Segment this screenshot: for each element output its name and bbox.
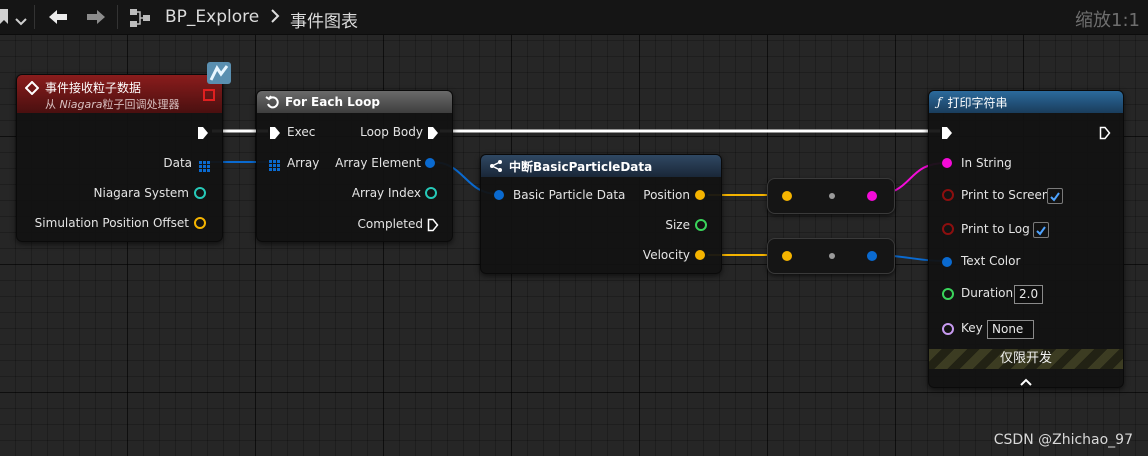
- event-subtitle-italic: Niagara: [59, 98, 103, 111]
- development-only-banner: 仅限开发: [929, 349, 1123, 369]
- size-out-pin[interactable]: [695, 219, 707, 231]
- print-node-header[interactable]: ƒ 打印字符串: [929, 91, 1123, 113]
- text-color-pin[interactable]: [942, 257, 952, 267]
- print-to-log-pin[interactable]: [942, 223, 954, 235]
- event-node-header[interactable]: 事件接收粒子数据 从 Niagara粒子回调处理器: [17, 75, 222, 113]
- event-subtitle-prefix: 从: [45, 98, 60, 111]
- foreach-pin-loop-body-label: Loop Body: [360, 125, 423, 139]
- conversion-in-pin[interactable]: [782, 251, 792, 261]
- position-out-pin[interactable]: [695, 190, 705, 200]
- foreach-node-title: For Each Loop: [285, 95, 380, 109]
- print-pin-print-to-log-label: Print to Log: [961, 222, 1030, 236]
- foreach-pin-completed-label: Completed: [357, 217, 423, 231]
- print-pin-duration-label: Duration: [961, 286, 1014, 300]
- event-pin-niagara-system-label: Niagara System: [93, 186, 189, 200]
- break-node-title: 中断BasicParticleData: [509, 159, 653, 174]
- event-subtitle-suffix: 粒子回调处理器: [102, 98, 180, 111]
- break-pin-basic-particle-data-label: Basic Particle Data: [513, 188, 626, 202]
- event-exec-out-pin[interactable]: [197, 125, 209, 144]
- print-pin-key-label: Key: [961, 321, 983, 335]
- foreach-loop-node[interactable]: For Each Loop Exec Array Loop Body Array…: [256, 90, 453, 242]
- in-string-pin[interactable]: [942, 158, 952, 168]
- conversion-node-vector-to-color[interactable]: [767, 238, 895, 274]
- print-pin-text-color-label: Text Color: [961, 254, 1021, 268]
- loop-icon: [265, 95, 279, 109]
- conversion-out-pin[interactable]: [867, 251, 877, 261]
- print-pin-in-string-label: In String: [961, 156, 1012, 170]
- event-node-title: 事件接收粒子数据: [45, 81, 142, 95]
- event-node-subtitle: 从 Niagara粒子回调处理器: [45, 96, 180, 112]
- event-pin-data-label: Data: [163, 156, 192, 170]
- print-to-log-checkbox[interactable]: [1033, 222, 1049, 238]
- loop-body-exec-out-pin[interactable]: [427, 125, 439, 144]
- development-only-label: 仅限开发: [999, 351, 1052, 366]
- event-node-receive-particle-data[interactable]: 事件接收粒子数据 从 Niagara粒子回调处理器 Data Niagara S…: [16, 74, 223, 242]
- duration-pin[interactable]: [942, 288, 954, 300]
- conversion-in-pin[interactable]: [782, 191, 792, 201]
- event-pin-sim-offset-label: Simulation Position Offset: [34, 216, 189, 230]
- conversion-out-pin[interactable]: [867, 191, 877, 201]
- break-pin-velocity-label: Velocity: [642, 248, 690, 262]
- print-exec-out-pin[interactable]: [1099, 125, 1111, 144]
- conversion-mid-dot: [829, 193, 835, 199]
- foreach-exec-in-pin[interactable]: [269, 125, 281, 144]
- print-to-screen-pin[interactable]: [942, 189, 954, 201]
- watermark-text: CSDN @Zhichao_97: [993, 432, 1133, 448]
- velocity-out-pin[interactable]: [695, 250, 705, 260]
- conversion-mid-dot: [829, 253, 835, 259]
- key-pin[interactable]: [942, 323, 954, 335]
- collapse-chevron-up-icon[interactable]: [1020, 372, 1032, 391]
- event-diamond-icon: [24, 80, 40, 99]
- print-node-title: 打印字符串: [947, 95, 1008, 110]
- array-in-pin-icon[interactable]: [269, 157, 281, 176]
- data-array-pin-icon[interactable]: [199, 158, 211, 177]
- print-pin-print-to-screen-label: Print to Screen: [961, 188, 1050, 202]
- key-input[interactable]: None: [987, 320, 1034, 339]
- foreach-pin-exec-label: Exec: [287, 125, 316, 139]
- completed-exec-out-pin[interactable]: [427, 217, 439, 236]
- foreach-pin-array-index-label: Array Index: [351, 186, 421, 200]
- function-icon: ƒ: [937, 95, 942, 109]
- duration-input[interactable]: 2.0: [1014, 285, 1044, 304]
- print-exec-in-pin[interactable]: [941, 125, 953, 144]
- break-pin-size-label: Size: [665, 218, 690, 232]
- break-struct-icon: [489, 160, 503, 172]
- conversion-node-vector-to-string[interactable]: [767, 178, 895, 214]
- niagara-component-icon: [205, 60, 233, 90]
- break-particle-data-node[interactable]: 中断BasicParticleData Basic Particle Data …: [480, 154, 722, 274]
- basic-particle-data-in-pin[interactable]: [494, 190, 504, 200]
- print-to-screen-checkbox[interactable]: [1047, 188, 1063, 204]
- delegate-pin-icon[interactable]: [203, 89, 215, 101]
- array-element-pin[interactable]: [425, 158, 435, 168]
- break-pin-position-label: Position: [643, 188, 690, 202]
- niagara-system-pin[interactable]: [194, 187, 206, 199]
- foreach-pin-array-label: Array: [287, 156, 320, 170]
- foreach-node-header[interactable]: For Each Loop: [257, 91, 452, 113]
- array-index-pin[interactable]: [425, 187, 437, 199]
- sim-position-offset-pin[interactable]: [194, 217, 206, 229]
- break-node-header[interactable]: 中断BasicParticleData: [481, 155, 721, 177]
- checkmark-icon: [1036, 226, 1046, 236]
- foreach-pin-array-element-label: Array Element: [335, 156, 421, 170]
- print-string-node[interactable]: ƒ 打印字符串 In String Print to Screen Print …: [928, 90, 1124, 388]
- checkmark-icon: [1050, 192, 1060, 202]
